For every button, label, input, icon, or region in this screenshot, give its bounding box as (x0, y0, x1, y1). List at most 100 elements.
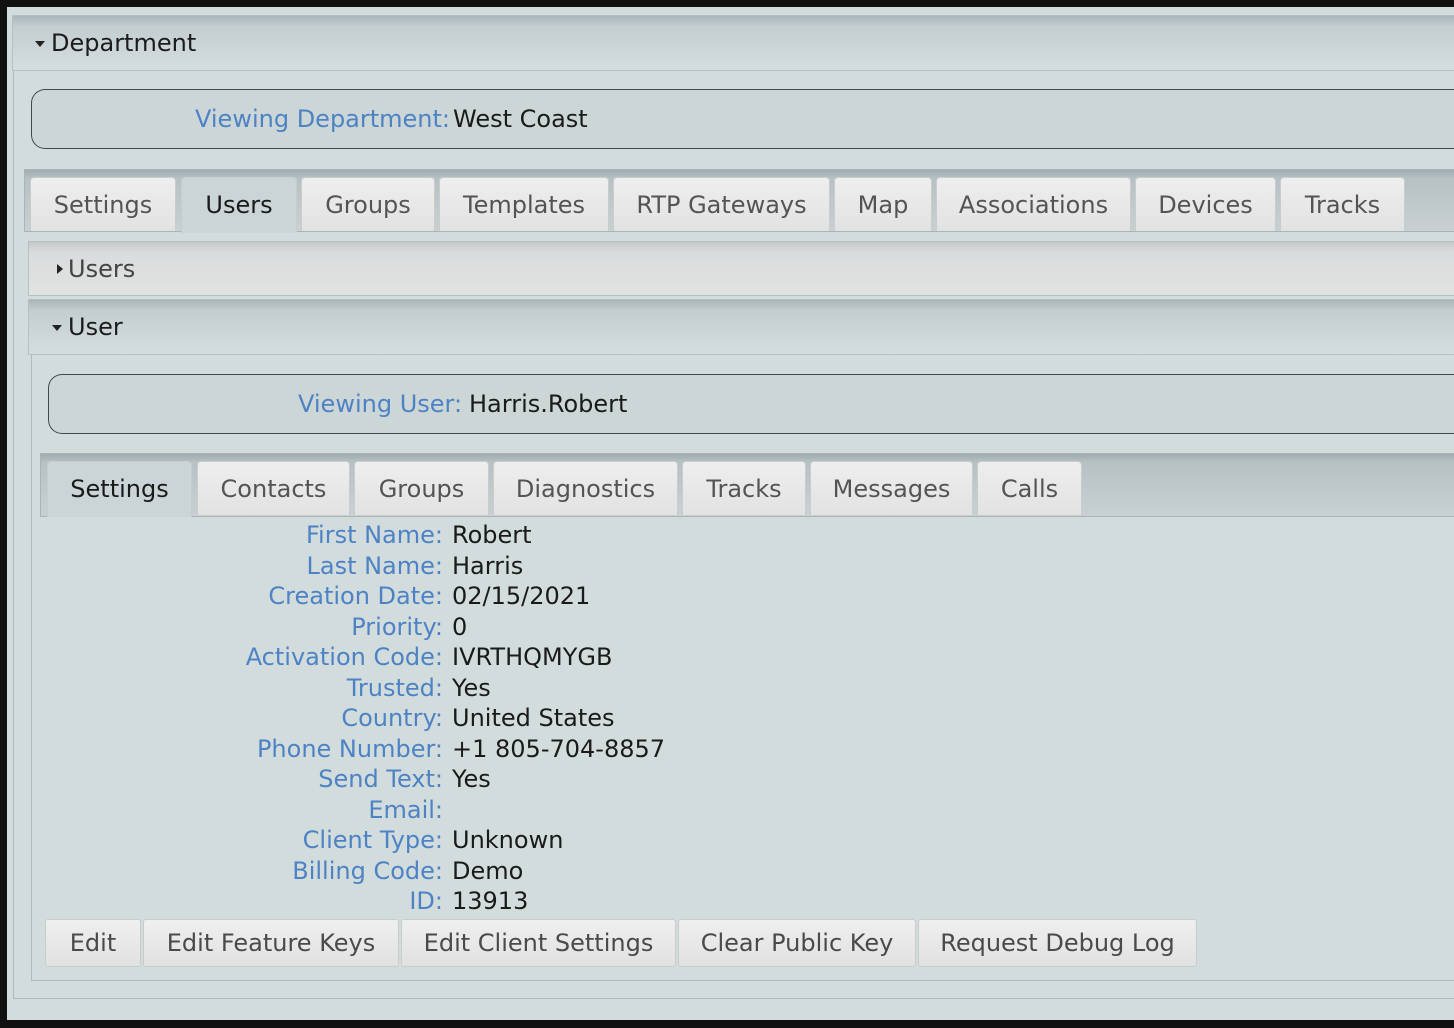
field-value: +1 805-704-8857 (452, 735, 666, 763)
field-value: Harris (452, 552, 524, 580)
field-label: Billing Code: (292, 857, 443, 885)
field-value: Unknown (452, 826, 564, 854)
department-tab-strip: Settings Users Groups Templates RTP Gate… (24, 169, 1454, 233)
field-creation-date: Creation Date: 02/15/2021 (7, 582, 907, 612)
field-billing-code: Billing Code: Demo (7, 857, 907, 887)
department-panel-bottom-border (13, 998, 1454, 999)
tab-associations[interactable]: Associations (936, 177, 1131, 231)
user-header-label: User (68, 313, 123, 341)
field-label: Phone Number: (256, 735, 443, 763)
tab-settings[interactable]: Settings (30, 177, 176, 231)
field-id: ID: 13913 (7, 887, 907, 917)
tab-tracks[interactable]: Tracks (1280, 177, 1405, 231)
user-tab-strip: Settings Contacts Groups Diagnostics Tra… (40, 453, 1454, 517)
viewing-department-box: Viewing Department: West Coast (31, 89, 1454, 149)
tab-user-diagnostics[interactable]: Diagnostics (493, 461, 678, 515)
field-label: Creation Date: (268, 582, 443, 610)
app-frame: Department Viewing Department: West Coas… (7, 7, 1454, 1020)
field-priority: Priority: 0 (7, 613, 907, 643)
viewing-user-box: Viewing User: Harris.Robert (48, 374, 1454, 434)
users-accordion-header[interactable]: Users (28, 241, 1454, 296)
tab-label: Groups (325, 191, 411, 219)
button-label: Clear Public Key (700, 929, 894, 957)
tab-label: Tracks (706, 475, 782, 503)
field-value: Yes (452, 765, 491, 793)
field-last-name: Last Name: Harris (7, 552, 907, 582)
tab-rtp-gateways[interactable]: RTP Gateways (613, 177, 830, 231)
field-label: Trusted: (346, 674, 443, 702)
tab-label: Tracks (1304, 191, 1381, 219)
triangle-right-icon (57, 264, 63, 274)
tab-devices[interactable]: Devices (1135, 177, 1276, 231)
button-label: Request Debug Log (940, 929, 1175, 957)
tab-user-contacts[interactable]: Contacts (197, 461, 350, 515)
triangle-down-icon (52, 325, 62, 331)
field-trusted: Trusted: Yes (7, 674, 907, 704)
tab-users[interactable]: Users (181, 177, 297, 233)
triangle-down-icon (35, 41, 45, 47)
tab-label: Templates (462, 191, 585, 219)
field-label: Send Text: (318, 765, 443, 793)
field-label: Country: (341, 704, 443, 732)
field-label: ID: (409, 887, 443, 915)
tab-label: Calls (1000, 475, 1059, 503)
user-panel-bottom-border (31, 980, 1454, 981)
tab-user-groups[interactable]: Groups (354, 461, 489, 515)
button-label: Edit Feature Keys (166, 929, 376, 957)
clear-public-key-button[interactable]: Clear Public Key (678, 919, 916, 967)
edit-client-settings-button[interactable]: Edit Client Settings (401, 919, 676, 967)
field-client-type: Client Type: Unknown (7, 826, 907, 856)
field-country: Country: United States (7, 704, 907, 734)
tab-user-messages[interactable]: Messages (810, 461, 973, 515)
tab-label: Diagnostics (515, 475, 656, 503)
field-label: Last Name: (306, 552, 443, 580)
request-debug-log-button[interactable]: Request Debug Log (918, 919, 1197, 967)
field-send-text: Send Text: Yes (7, 765, 907, 795)
field-first-name: First Name: Robert (7, 521, 907, 551)
edit-button[interactable]: Edit (45, 919, 141, 967)
field-value: Yes (452, 674, 491, 702)
button-label: Edit (69, 929, 117, 957)
tab-label: Messages (832, 475, 951, 503)
tab-label: Contacts (220, 475, 327, 503)
viewing-department-label: Viewing Department: (195, 105, 451, 133)
tab-groups[interactable]: Groups (301, 177, 435, 231)
field-email: Email: (7, 796, 907, 826)
tab-label: RTP Gateways (636, 191, 807, 219)
field-label: Client Type: (302, 826, 443, 854)
field-value: Robert (452, 521, 532, 549)
tab-user-tracks[interactable]: Tracks (682, 461, 806, 515)
tab-label: Map (857, 191, 909, 219)
user-accordion-header[interactable]: User (28, 299, 1454, 355)
field-label: Email: (368, 796, 443, 824)
field-label: Activation Code: (245, 643, 443, 671)
edit-feature-keys-button[interactable]: Edit Feature Keys (143, 919, 399, 967)
field-value: IVRTHQMYGB (452, 643, 613, 671)
button-label: Edit Client Settings (423, 929, 654, 957)
tab-templates[interactable]: Templates (439, 177, 609, 231)
viewing-user-label: Viewing User: (298, 390, 463, 418)
tab-user-calls[interactable]: Calls (977, 461, 1082, 515)
field-phone-number: Phone Number: +1 805-704-8857 (7, 735, 907, 765)
tab-label: Users (205, 191, 273, 219)
tab-label: Associations (958, 191, 1109, 219)
tab-user-settings[interactable]: Settings (47, 461, 192, 517)
field-value: 02/15/2021 (452, 582, 591, 610)
tab-label: Settings (53, 191, 153, 219)
user-settings-fields: First Name: Robert Last Name: Harris Cre… (7, 519, 907, 919)
field-value: 0 (452, 613, 468, 641)
field-activation-code: Activation Code: IVRTHQMYGB (7, 643, 907, 673)
tab-map[interactable]: Map (834, 177, 932, 231)
viewing-department-value: West Coast (453, 105, 588, 133)
tab-label: Groups (378, 475, 465, 503)
department-accordion-header[interactable]: Department (12, 15, 1454, 71)
users-header-label: Users (68, 255, 136, 283)
viewing-user-value: Harris.Robert (469, 390, 628, 418)
field-label: Priority: (351, 613, 443, 641)
tab-label: Devices (1158, 191, 1253, 219)
field-value: Demo (452, 857, 524, 885)
department-header-label: Department (51, 29, 197, 57)
field-value: United States (452, 704, 615, 732)
field-value: 13913 (452, 887, 529, 915)
field-label: First Name: (305, 521, 443, 549)
